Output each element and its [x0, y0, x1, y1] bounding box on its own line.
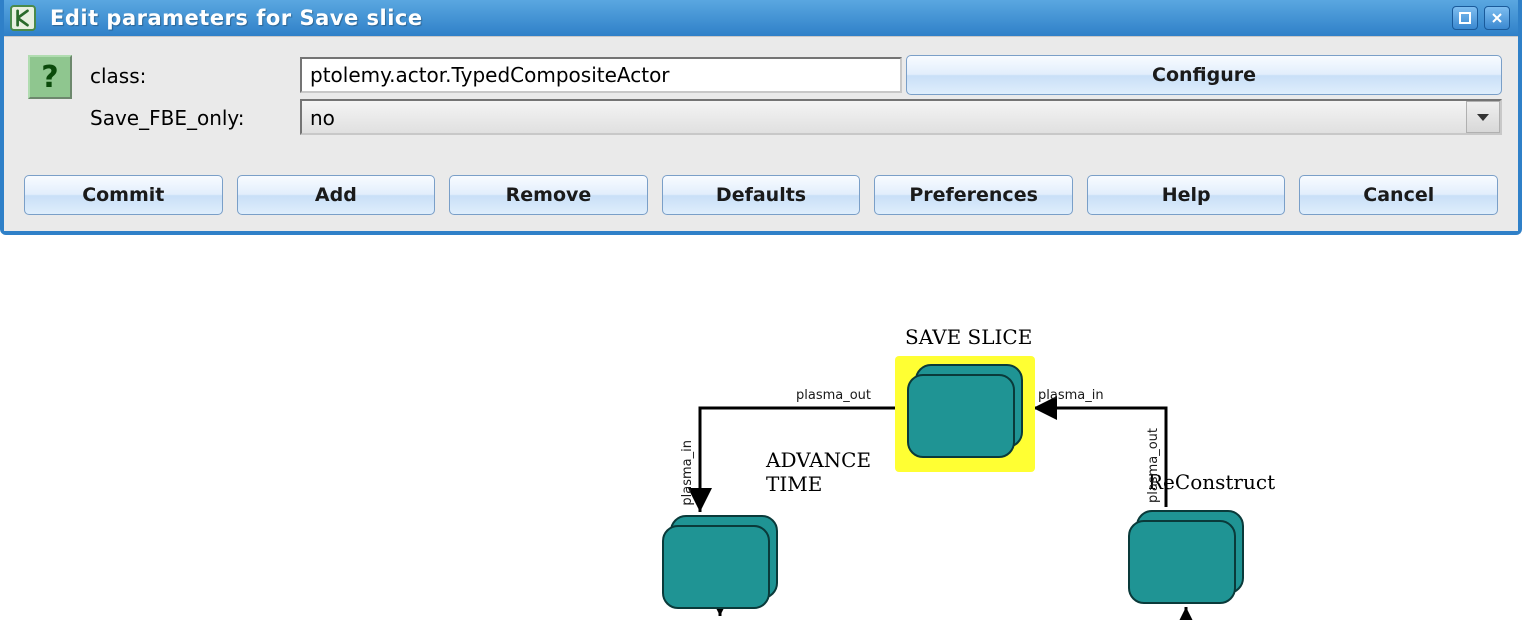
defaults-button[interactable]: Defaults — [662, 175, 861, 215]
close-icon — [1490, 11, 1504, 25]
maximize-button[interactable] — [1452, 6, 1478, 30]
configure-button[interactable]: Configure — [906, 55, 1502, 95]
help-button[interactable]: Help — [1087, 175, 1286, 215]
edit-parameters-dialog: Edit parameters for Save slice ? class: … — [0, 0, 1522, 235]
dialog-body: ? class: Configure Save_FBE_only: no Com… — [4, 36, 1518, 231]
port-plasma-out-left: plasma_out — [796, 388, 871, 403]
advance-time-actor[interactable] — [660, 515, 790, 615]
close-button[interactable] — [1484, 6, 1510, 30]
save-fbe-label: Save_FBE_only: — [90, 104, 300, 130]
app-icon — [10, 5, 36, 31]
chevron-down-icon — [1466, 101, 1500, 133]
advance-time-label: ADVANCE TIME — [766, 448, 871, 496]
dialog-button-row: Commit Add Remove Defaults Preferences H… — [20, 175, 1502, 215]
reconstruct-actor[interactable] — [1126, 510, 1256, 610]
save-slice-actor[interactable] — [895, 356, 1035, 472]
window-title: Edit parameters for Save slice — [50, 6, 1452, 30]
remove-button[interactable]: Remove — [449, 175, 648, 215]
reconstruct-label: ReConstruct — [1148, 470, 1275, 494]
save-fbe-value: no — [300, 99, 1502, 135]
class-label: class: — [90, 62, 300, 88]
class-input[interactable] — [300, 57, 902, 93]
port-plasma-in-right: plasma_in — [1038, 388, 1104, 403]
window-controls — [1452, 6, 1510, 30]
port-plasma-out-reconstruct: plasma_out — [1146, 428, 1161, 503]
workflow-diagram: SAVE SLICE plasma_out plasma_in ADVANCE … — [0, 310, 1526, 617]
maximize-icon — [1458, 11, 1472, 25]
save-fbe-select[interactable]: no — [300, 99, 1502, 135]
commit-button[interactable]: Commit — [24, 175, 223, 215]
help-icon[interactable]: ? — [28, 55, 72, 99]
cancel-button[interactable]: Cancel — [1299, 175, 1498, 215]
preferences-button[interactable]: Preferences — [874, 175, 1073, 215]
add-button[interactable]: Add — [237, 175, 436, 215]
port-plasma-in-advance: plasma_in — [680, 440, 695, 506]
titlebar: Edit parameters for Save slice — [4, 0, 1518, 36]
save-slice-label: SAVE SLICE — [905, 325, 1032, 349]
